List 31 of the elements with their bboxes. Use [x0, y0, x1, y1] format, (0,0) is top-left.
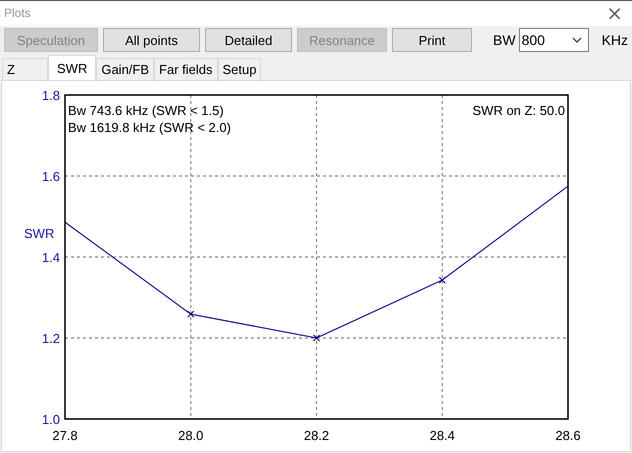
x-tick-label: 28.2 — [304, 428, 330, 443]
toolbar-button[interactable]: All points — [103, 28, 200, 52]
bandwidth-note: Bw 743.6 kHz (SWR < 1.5) — [68, 103, 224, 118]
y-tick-label: 1.2 — [42, 331, 60, 346]
y-tick-label: 1.6 — [42, 169, 60, 184]
tab[interactable]: SWR — [48, 55, 96, 80]
tab[interactable]: Gain/FB — [96, 58, 154, 80]
tab[interactable]: Z — [2, 58, 48, 80]
x-tick-label: 28.4 — [430, 428, 455, 443]
impedance-note: SWR on Z: 50.0 — [472, 103, 565, 118]
x-tick-label: 28.6 — [555, 428, 581, 443]
point-marker — [187, 310, 194, 318]
window-title: Plots — [4, 6, 31, 20]
point-marker — [313, 334, 320, 342]
bandwidth-note: Bw 1619.8 kHz (SWR < 2.0) — [68, 120, 231, 135]
bw-label: BW — [493, 32, 516, 48]
point-marker — [438, 276, 446, 284]
toolbar-button[interactable]: Detailed — [205, 28, 292, 52]
tab[interactable]: Setup — [218, 58, 262, 80]
y-tick-label: 1.8 — [42, 88, 60, 103]
y-axis-label: SWR — [24, 226, 54, 241]
y-tick-label: 1.0 — [42, 412, 60, 427]
tab[interactable]: Far fields — [154, 58, 218, 80]
x-tick-label: 27.8 — [52, 428, 78, 443]
y-tick-label: 1.4 — [42, 250, 60, 265]
close-button[interactable]: × — [597, 3, 632, 24]
x-tick-label: 28.0 — [178, 428, 204, 443]
toolbar-button[interactable]: Print — [392, 28, 472, 52]
bw-dropdown[interactable]: 800 — [518, 28, 589, 52]
caret-icon — [572, 37, 582, 43]
unit-label: KHz — [602, 32, 628, 48]
